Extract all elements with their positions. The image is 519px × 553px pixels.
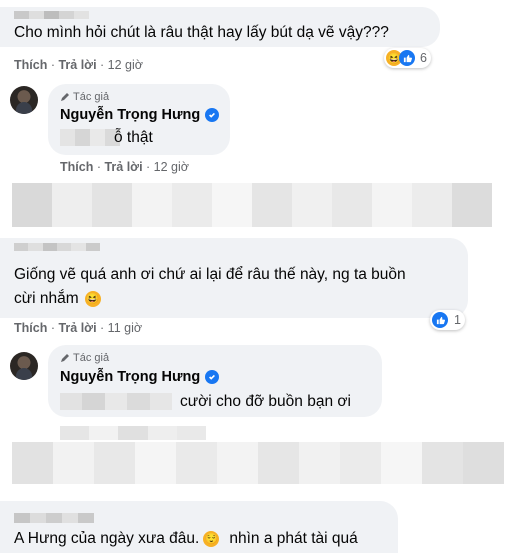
timestamp: 12 giờ xyxy=(153,160,189,174)
author-tag-label: Tác giả xyxy=(73,352,110,364)
reaction-count: 6 xyxy=(420,51,427,65)
reply-text: ỗ thật xyxy=(114,129,153,146)
comment-bubble-3: A Hưng của ngày xưa đâu. 😌 nhìn a phát t… xyxy=(0,501,398,553)
reaction-summary[interactable]: 😆 6 xyxy=(384,48,431,68)
blurred-content xyxy=(12,183,492,227)
comment-text: A Hưng của ngày xưa đâu. 😌 nhìn a phát t… xyxy=(14,530,358,547)
like-button[interactable]: Thích xyxy=(14,321,47,335)
comment-bubble-2: Giống vẽ quá anh ơi chứ ai lại để râu th… xyxy=(0,238,468,318)
comment-text: Cho mình hỏi chút là râu thật hay lấy bú… xyxy=(14,24,389,41)
pencil-icon xyxy=(61,93,69,101)
reply-bubble-1: Tác giả Nguyễn Trọng Hưng ỗ thật xyxy=(48,84,230,155)
blurred-commenter-name xyxy=(14,513,94,523)
like-button[interactable]: Thích xyxy=(60,160,93,174)
timestamp: 11 giờ xyxy=(107,321,143,335)
author-name[interactable]: Nguyễn Trọng Hưng xyxy=(60,107,220,123)
comment-text: Giống vẽ quá anh ơi chứ ai lại để râu th… xyxy=(14,266,406,283)
laughing-emoji-icon: 😆 xyxy=(84,291,101,307)
like-icon xyxy=(432,312,448,328)
pencil-icon xyxy=(61,354,69,362)
blurred-content xyxy=(12,442,504,484)
comment-text-continued: cừi nhắm 😆 xyxy=(14,290,101,307)
comment-actions: Thích · Trả lời · 11 giờ xyxy=(14,321,143,335)
author-tag-label: Tác giả xyxy=(73,91,110,103)
author-name[interactable]: Nguyễn Trọng Hưng xyxy=(60,369,220,385)
blurred-commenter-name xyxy=(14,11,89,19)
relieved-emoji-icon: 😌 xyxy=(203,531,220,547)
reaction-summary[interactable]: 1 xyxy=(430,310,465,330)
comment-bubble-1: Cho mình hỏi chút là râu thật hay lấy bú… xyxy=(0,7,440,47)
avatar[interactable] xyxy=(10,86,38,114)
reply-actions: Thích · Trả lời · 12 giờ xyxy=(60,160,189,174)
reply-text: cười cho đỡ buồn bạn ơi xyxy=(180,393,351,410)
avatar[interactable] xyxy=(10,352,38,380)
comment-actions: Thích · Trả lời · 12 giờ xyxy=(14,58,143,72)
author-badge: Tác giả xyxy=(60,91,109,103)
blurred-text xyxy=(60,129,120,146)
reply-button[interactable]: Trả lời xyxy=(58,58,96,72)
reply-button[interactable]: Trả lời xyxy=(58,321,96,335)
reply-bubble-2: Tác giả Nguyễn Trọng Hưng cười cho đỡ bu… xyxy=(48,345,382,417)
reply-button[interactable]: Trả lời xyxy=(104,160,142,174)
blurred-content xyxy=(60,426,206,440)
author-badge: Tác giả xyxy=(60,352,109,364)
blurred-text xyxy=(60,393,172,410)
blurred-commenter-name xyxy=(14,243,100,251)
verified-icon xyxy=(205,370,220,384)
like-button[interactable]: Thích xyxy=(14,58,47,72)
verified-icon xyxy=(205,108,220,122)
timestamp: 12 giờ xyxy=(107,58,143,72)
like-icon xyxy=(399,50,415,66)
reaction-count: 1 xyxy=(454,313,461,327)
